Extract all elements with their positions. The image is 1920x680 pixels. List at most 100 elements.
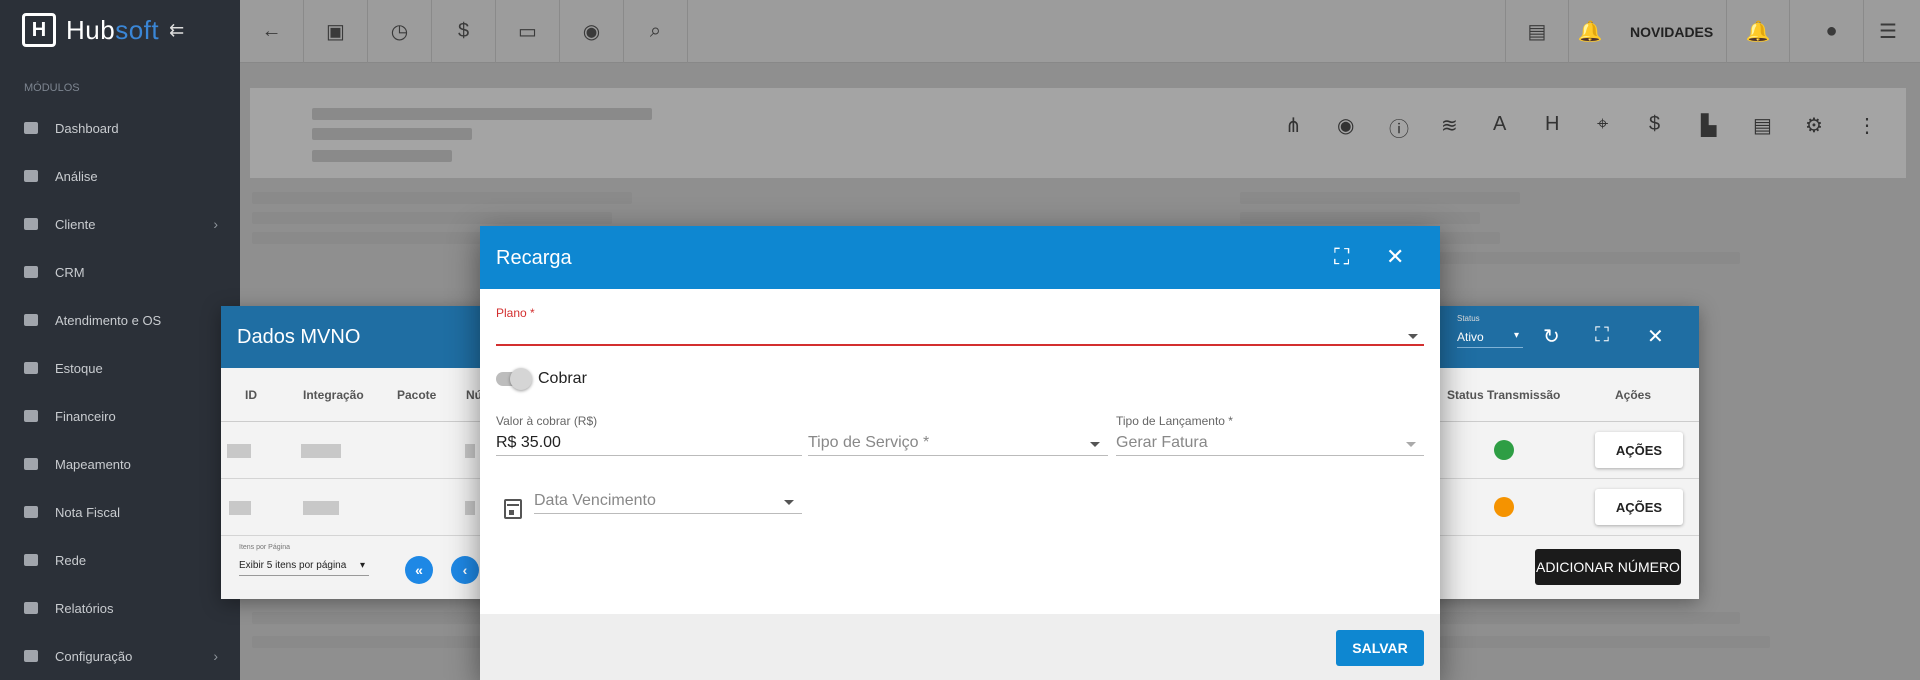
user-avatar[interactable]: ●: [1800, 0, 1864, 63]
blurred-text: [1240, 212, 1480, 224]
sidebar-item-atendimento[interactable]: Atendimento e OS: [0, 296, 240, 344]
blurred-text: [252, 212, 612, 224]
back-arrow-icon[interactable]: ←: [240, 0, 304, 63]
pie-chart-icon: [24, 170, 38, 182]
bar-chart-icon[interactable]: ▙: [1701, 113, 1716, 138]
calendar-icon[interactable]: [504, 499, 522, 519]
format-icon[interactable]: H: [1545, 113, 1559, 136]
topbar: ← ▣ ◷ $ ▭ ◉ ⌕ ▤ 🔔 NOVIDADES 🔔 ● ☰: [240, 0, 1920, 63]
valor-input[interactable]: R$ 35.00: [496, 430, 802, 456]
data-vencimento-select[interactable]: Data Vencimento: [534, 488, 802, 514]
toggle-track[interactable]: [496, 368, 532, 390]
collapse-menu-icon[interactable]: ⇇: [169, 20, 184, 41]
valor-field: Valor à cobrar (R$) R$ 35.00: [496, 414, 802, 456]
dollar-icon[interactable]: $: [432, 0, 496, 63]
column-header-acoes: Ações: [1615, 388, 1652, 402]
wifi-icon[interactable]: ≋: [1441, 113, 1458, 138]
blurred-text: [1440, 636, 1770, 648]
status-ok-icon: [1494, 440, 1514, 460]
status-filter-select[interactable]: Ativo: [1457, 330, 1523, 348]
sidebar-item-cliente[interactable]: Cliente ›: [0, 200, 240, 248]
first-page-icon[interactable]: «: [405, 556, 433, 584]
pdf-icon[interactable]: ▤: [1505, 0, 1569, 63]
contact-card-icon[interactable]: ▣: [304, 0, 368, 63]
sidebar-section-label: MÓDULOS: [24, 82, 80, 94]
column-header-integracao: Integração: [303, 388, 364, 402]
adicionar-numero-button[interactable]: ADICIONAR NÚMERO: [1535, 549, 1681, 585]
sidebar: H Hubsoft ⇇ MÓDULOS Dashboard Análise Cl…: [0, 0, 240, 680]
fullscreen-icon[interactable]: ⛶: [1334, 244, 1349, 270]
column-header-status-transmissao: Status Transmissão: [1447, 388, 1561, 402]
document-icon[interactable]: ▤: [1753, 113, 1772, 138]
plano-field[interactable]: Plano *: [496, 306, 1424, 346]
recarga-dialog-header: Recarga ⛶ ✕: [480, 226, 1440, 289]
status-filter-label: Status: [1457, 314, 1480, 323]
pixelated-cell: [229, 501, 251, 515]
bell-icon[interactable]: 🔔: [1726, 0, 1790, 63]
spellcheck-icon[interactable]: A: [1493, 113, 1506, 136]
recarga-dialog-footer: SALVAR: [480, 614, 1440, 680]
pixelated-cell: [465, 444, 475, 458]
list-menu-icon[interactable]: ☰: [1856, 0, 1920, 63]
sidebar-item-rede[interactable]: Rede: [0, 536, 240, 584]
hubsoft-logo-icon: H: [22, 13, 56, 47]
search-icon[interactable]: ⌕: [624, 0, 688, 63]
items-per-page-label: Itens por Página: [239, 544, 290, 551]
sidebar-item-crm[interactable]: CRM: [0, 248, 240, 296]
sidebar-item-nota-fiscal[interactable]: Nota Fiscal: [0, 488, 240, 536]
brand-prefix: Hub: [66, 14, 116, 45]
items-per-page-select[interactable]: Exibir 5 itens por página: [239, 560, 369, 576]
chevron-right-icon: ›: [213, 648, 218, 664]
fullscreen-icon[interactable]: ⛶: [1595, 324, 1609, 347]
blurred-text: [1440, 612, 1740, 624]
recarga-dialog: Recarga ⛶ ✕ Plano * Cobrar Valor à cobra…: [480, 226, 1440, 680]
tipo-lancamento-select[interactable]: Gerar Fatura: [1116, 430, 1424, 456]
sidebar-item-configuracao[interactable]: Configuração ›: [0, 632, 240, 680]
plano-select[interactable]: [496, 320, 1424, 346]
notification-bell-badge-icon[interactable]: 🔔: [1570, 0, 1610, 63]
sidebar-item-estoque[interactable]: Estoque: [0, 344, 240, 392]
sidebar-item-label: Nota Fiscal: [55, 504, 121, 520]
blurred-text: [312, 108, 652, 120]
sidebar-item-relatorios[interactable]: Relatórios: [0, 584, 240, 632]
logo: H Hubsoft ⇇: [0, 0, 240, 60]
acoes-button[interactable]: AÇÕES: [1595, 489, 1683, 525]
data-vencimento-field: Data Vencimento: [534, 472, 802, 514]
cobrar-toggle[interactable]: Cobrar: [496, 368, 587, 390]
sidebar-item-label: Dashboard: [55, 120, 119, 136]
toggle-knob[interactable]: [510, 368, 532, 390]
pixelated-cell: [301, 444, 341, 458]
eye-icon[interactable]: ◉: [1337, 113, 1354, 138]
blurred-text: [1240, 192, 1520, 204]
salvar-button[interactable]: SALVAR: [1336, 630, 1424, 666]
sidebar-item-mapeamento[interactable]: Mapeamento: [0, 440, 240, 488]
location-pin-icon[interactable]: ⌖: [1597, 113, 1608, 136]
terminal-icon[interactable]: ▭: [496, 0, 560, 63]
sidebar-item-label: Rede: [55, 552, 87, 568]
previous-page-icon[interactable]: ‹: [451, 556, 479, 584]
sidebar-item-financeiro[interactable]: Financeiro: [0, 392, 240, 440]
tipo-servico-spacer: [808, 414, 1108, 430]
receipt-icon: [24, 506, 38, 518]
tipo-servico-select[interactable]: Tipo de Serviço *: [808, 430, 1108, 456]
report-icon: [24, 602, 38, 614]
sidebar-item-dashboard[interactable]: Dashboard: [0, 104, 240, 152]
dollar-icon[interactable]: $: [1649, 113, 1660, 136]
recarga-dialog-title: Recarga: [496, 247, 572, 269]
close-icon[interactable]: ✕: [1647, 324, 1664, 349]
info-icon[interactable]: ⓘ: [1389, 113, 1409, 142]
box-icon: [24, 362, 38, 374]
sidebar-item-analise[interactable]: Análise: [0, 152, 240, 200]
close-icon[interactable]: ✕: [1386, 244, 1404, 270]
acoes-button[interactable]: AÇÕES: [1595, 432, 1683, 468]
sitemap-icon[interactable]: ⋔: [1285, 113, 1302, 138]
brand-name: Hubsoft: [66, 15, 159, 46]
eye-icon[interactable]: ◉: [560, 0, 624, 63]
calendar-clock-icon: [24, 314, 38, 326]
more-vert-icon[interactable]: ⋮: [1857, 113, 1877, 138]
novidades-link[interactable]: NOVIDADES: [1630, 0, 1713, 63]
gear-icon[interactable]: ⚙: [1805, 113, 1823, 138]
app-root: H Hubsoft ⇇ MÓDULOS Dashboard Análise Cl…: [0, 0, 1920, 680]
refresh-icon[interactable]: ↻: [1543, 324, 1560, 349]
calendar-clock-icon[interactable]: ◷: [368, 0, 432, 63]
